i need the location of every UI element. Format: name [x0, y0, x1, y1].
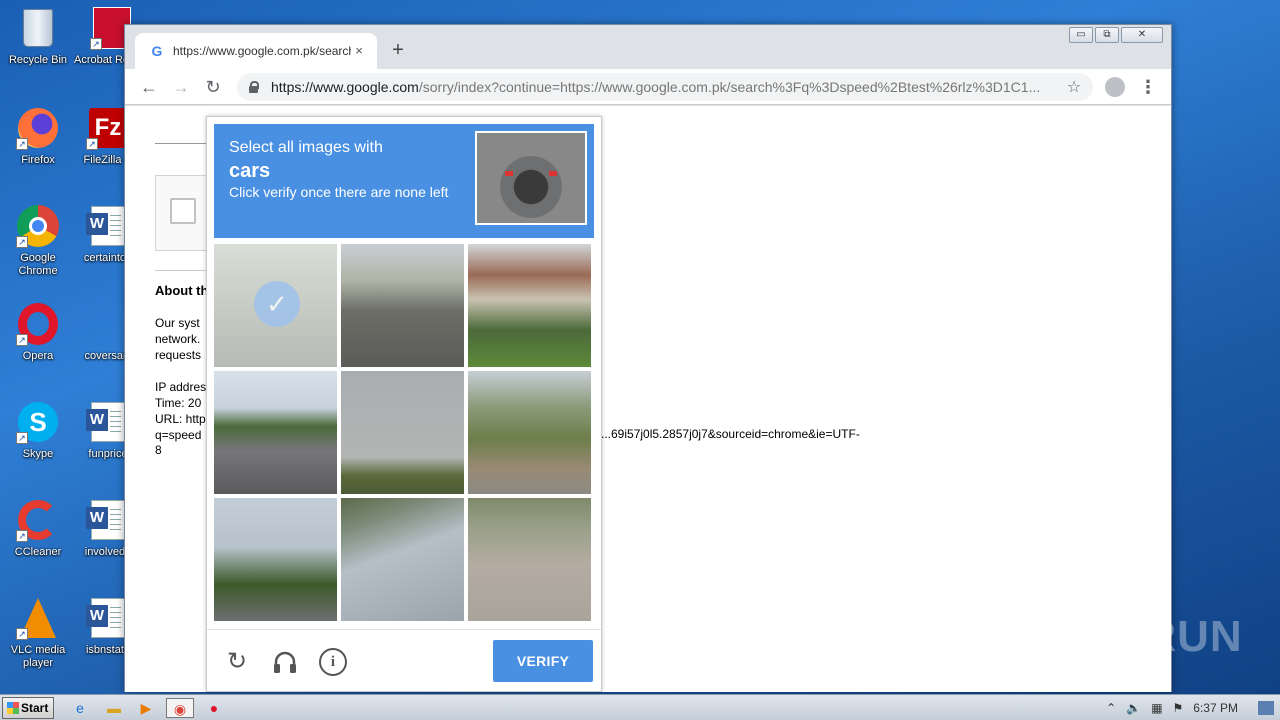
shortcut-arrow-icon: ↗ — [90, 38, 102, 50]
captcha-tile[interactable] — [468, 244, 591, 367]
minimize-button[interactable]: ▭ — [1069, 27, 1093, 43]
bookmark-star-icon[interactable]: ☆ — [1065, 77, 1083, 97]
tab-close-icon[interactable]: × — [351, 43, 367, 59]
desktop-icon-vlc[interactable]: ↗ VLC media player — [0, 596, 76, 670]
media-player-taskbar-icon[interactable]: ▶ — [132, 698, 160, 718]
firefox-icon: ↗ — [16, 106, 60, 150]
browser-tab[interactable]: G https://www.google.com.pk/search? × — [135, 33, 377, 69]
network-icon[interactable]: ▦ — [1151, 701, 1162, 715]
forward-arrow-icon[interactable]: → — [169, 75, 193, 99]
reload-icon[interactable]: ↻ — [201, 75, 225, 99]
url-text: https://www.google.com/sorry/index?conti… — [271, 79, 1065, 95]
flag-icon[interactable]: ⚑ — [1173, 701, 1184, 715]
sample-car-image — [475, 131, 587, 225]
recycle-bin-icon — [16, 6, 60, 50]
close-window-button[interactable]: ✕ — [1121, 27, 1163, 43]
shortcut-arrow-icon: ↗ — [16, 628, 28, 640]
shortcut-arrow-icon: ↗ — [86, 138, 98, 150]
opera-taskbar-icon[interactable]: ● — [200, 698, 228, 718]
start-button[interactable]: Start — [2, 697, 54, 719]
tab-title: https://www.google.com.pk/search? — [173, 44, 351, 58]
ccleaner-icon: ↗ — [16, 498, 60, 542]
system-tray: ⌃ 🔈 ▦ ⚑ 6:37 PM — [1106, 695, 1280, 720]
desktop-icon-firefox[interactable]: ↗ Firefox — [0, 106, 76, 167]
restore-button[interactable]: ⧉ — [1095, 27, 1119, 43]
shortcut-arrow-icon: ↗ — [16, 138, 28, 150]
clock[interactable]: 6:37 PM — [1193, 701, 1238, 715]
captcha-challenge-dialog: Select all images with cars Click verify… — [206, 116, 602, 692]
google-favicon-icon: G — [151, 43, 163, 59]
about-heading: About th — [155, 283, 209, 298]
reload-challenge-icon[interactable]: ↻ — [223, 648, 251, 676]
opera-icon: ↗ — [16, 302, 60, 346]
desktop-icon-label: VLC media player — [10, 644, 66, 669]
volume-icon[interactable]: 🔈 — [1126, 701, 1141, 715]
skype-icon: S ↗ — [16, 400, 60, 444]
captcha-tile[interactable] — [341, 498, 464, 621]
shortcut-arrow-icon: ↗ — [16, 530, 28, 542]
captcha-tile[interactable] — [341, 371, 464, 494]
desktop-icon-label: Opera — [22, 350, 54, 362]
tab-strip: G https://www.google.com.pk/search? × + … — [125, 25, 1171, 69]
desktop-icon-opera[interactable]: ↗ Opera — [0, 302, 76, 363]
captcha-tile[interactable] — [214, 371, 337, 494]
captcha-tile[interactable]: ✓ — [214, 244, 337, 367]
chrome-taskbar-icon[interactable]: ◉ — [166, 698, 194, 718]
desktop-icon-label: Firefox — [21, 154, 55, 166]
back-arrow-icon[interactable]: ← — [137, 75, 161, 99]
info-icon[interactable]: i — [319, 648, 347, 676]
verify-button[interactable]: VERIFY — [493, 640, 593, 682]
desktop-icon-chrome[interactable]: ↗ Google Chrome — [0, 204, 76, 278]
chrome-icon: ↗ — [16, 204, 60, 248]
captcha-tile[interactable] — [468, 371, 591, 494]
captcha-instructions: Select all images with cars Click verify… — [214, 124, 594, 238]
captcha-tile[interactable] — [468, 498, 591, 621]
check-icon: ✓ — [254, 281, 300, 327]
desktop-icon-skype[interactable]: S ↗ Skype — [0, 400, 76, 461]
url-tail-text-end: 8 — [155, 443, 162, 457]
vlc-icon: ↗ — [16, 596, 60, 640]
desktop-icon-recycle-bin[interactable]: Recycle Bin — [0, 6, 76, 67]
headphones-icon — [274, 651, 296, 673]
anyrun-watermark: ANY RUN — [1036, 612, 1243, 661]
shortcut-arrow-icon: ↗ — [16, 334, 28, 346]
menu-dots-icon[interactable]: ⋮ — [1139, 75, 1157, 99]
browser-toolbar: ← → ↻ https://www.google.com/sorry/index… — [125, 69, 1171, 105]
profile-avatar-icon[interactable] — [1105, 77, 1125, 97]
url-host: https://www.google.com — [271, 79, 419, 95]
captcha-tile[interactable] — [214, 498, 337, 621]
desktop-icon-label: Recycle Bin — [8, 54, 68, 66]
desktop-icon-label: CCleaner — [14, 546, 62, 558]
audio-challenge-icon[interactable] — [271, 648, 299, 676]
explorer-taskbar-icon[interactable]: ▬ — [100, 698, 128, 718]
captcha-tile[interactable] — [341, 244, 464, 367]
url-tail-text: ...69i57j0l5.2857j0j7&sourceid=chrome&ie… — [601, 427, 860, 441]
new-tab-button[interactable]: + — [387, 39, 409, 61]
ie-taskbar-icon[interactable]: e — [66, 698, 94, 718]
captcha-image-grid: ✓ — [214, 244, 594, 624]
captcha-footer: ↻ i VERIFY — [207, 629, 601, 691]
recaptcha-checkbox[interactable] — [170, 198, 196, 224]
taskbar: Start e ▬ ▶ ◉ ● ⌃ 🔈 ▦ ⚑ 6:37 PM — [0, 694, 1280, 720]
shortcut-arrow-icon: ↗ — [16, 432, 28, 444]
tray-expand-icon[interactable]: ⌃ — [1106, 701, 1116, 715]
desktop-icon-label: Skype — [22, 448, 54, 460]
desktop-icon-ccleaner[interactable]: ↗ CCleaner — [0, 498, 76, 559]
lock-icon — [247, 80, 261, 94]
window-controls: ▭ ⧉ ✕ — [1067, 27, 1163, 43]
desktop-icon-label: Google Chrome — [18, 252, 58, 277]
url-path: /sorry/index?continue=https://www.google… — [418, 79, 1041, 95]
show-desktop-icon[interactable] — [1258, 701, 1274, 715]
address-bar[interactable]: https://www.google.com/sorry/index?conti… — [237, 73, 1093, 101]
shortcut-arrow-icon: ↗ — [16, 236, 28, 248]
